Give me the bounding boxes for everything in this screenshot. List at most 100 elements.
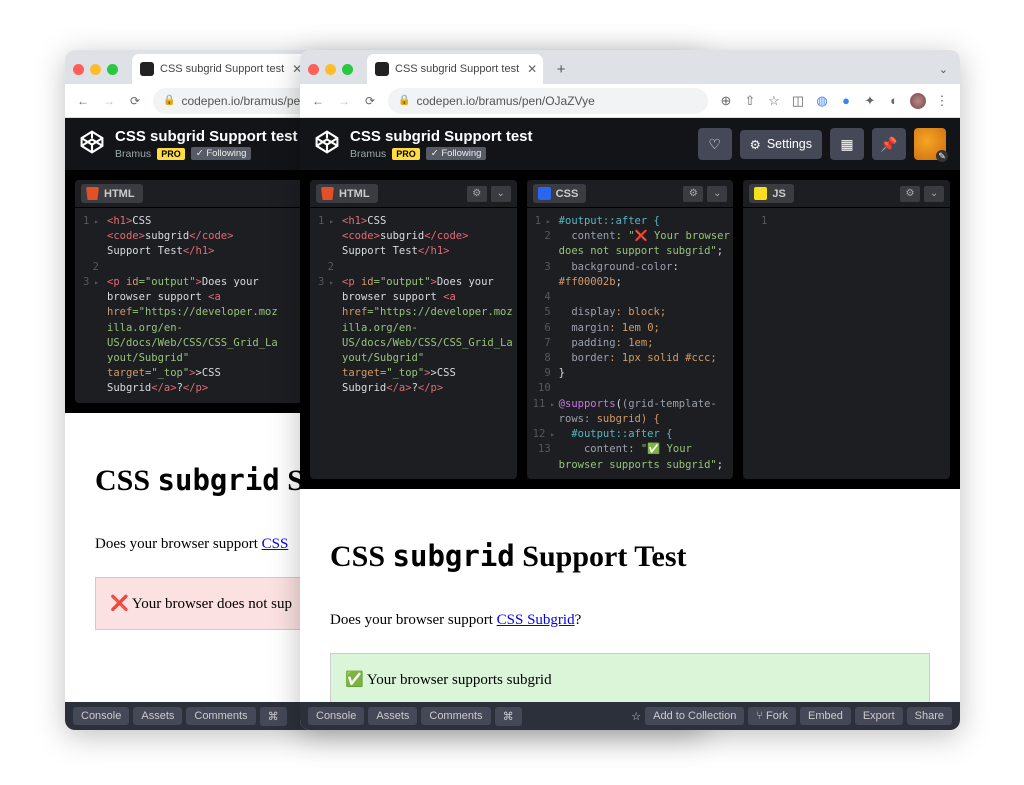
address-bar: ← → ⟳ 🔒 codepen.io/bramus/pen/OJaZVye ⊕ … [300,84,960,118]
settings-button[interactable]: ⚙ Settings [740,130,822,159]
browser-window-right: CSS subgrid Support test ✕ + ⌄ ← → ⟳ 🔒 c… [300,50,960,730]
html-icon [86,187,99,200]
chevron-down-icon[interactable]: ⌄ [491,186,511,202]
gear-icon[interactable]: ⚙ [467,186,487,202]
minimize-window-icon[interactable] [90,64,101,75]
forward-button[interactable]: → [336,94,352,108]
pen-author[interactable]: Bramus [350,148,386,160]
view-layout-button[interactable]: ▦ [830,128,864,160]
codepen-logo-icon[interactable] [314,129,340,160]
browser-tab[interactable]: CSS subgrid Support test ✕ [367,54,543,84]
maximize-window-icon[interactable] [342,64,353,75]
favicon-icon [140,62,154,76]
share-button[interactable]: Share [907,707,952,725]
pin-button[interactable]: 📌 [872,128,906,160]
back-button[interactable]: ← [310,94,326,108]
preview-pane: CSS subgrid Support Test Does your brows… [300,489,960,702]
browser-tab[interactable]: CSS subgrid Support test ✕ [132,54,308,84]
tab-bar: CSS subgrid Support test ✕ + ⌄ [300,50,960,84]
pro-badge: PRO [392,148,420,160]
console-button[interactable]: Console [308,707,364,725]
extensions-puzzle-icon[interactable]: ✦ [862,93,878,109]
forward-button[interactable]: → [101,94,117,108]
profile-avatar-icon[interactable] [910,93,926,109]
window-controls[interactable] [308,64,353,75]
assets-button[interactable]: Assets [133,707,182,725]
editor-row: HTML ⚙⌄ 1<h1>CSS <code>subgrid</code> Su… [300,170,960,489]
css-subgrid-link[interactable]: CSS Subgrid [497,612,575,628]
assets-button[interactable]: Assets [368,707,417,725]
css-pane: CSS ⚙⌄ 1#output::after { 2 content: "❌ Y… [527,180,734,479]
extension-icons: ⊕ ⇧ ☆ ◫ ◍ ● ✦ ◐ ⋮ [718,93,950,109]
close-tab-icon[interactable]: ✕ [527,62,537,76]
html-pane: HTML ⚙⌄ 1<h1>CSS <code>subgrid</code> Su… [310,180,517,479]
kebab-menu-icon[interactable]: ⋮ [934,93,950,109]
close-window-icon[interactable] [308,64,319,75]
share-icon[interactable]: ⇧ [742,93,758,109]
add-to-collection-button[interactable]: Add to Collection [645,707,744,725]
css-subgrid-link[interactable]: CSS [262,536,289,552]
following-badge[interactable]: Following [191,147,252,160]
pen-author[interactable]: Bramus [115,148,151,160]
fork-button[interactable]: ⑂ Fork [748,707,796,725]
favicon-icon [375,62,389,76]
preview-heading: CSS subgrid Support Test [330,539,930,574]
html-pane-label: HTML [81,184,143,203]
preview-question: Does your browser support CSS Subgrid? [330,612,930,629]
gear-icon[interactable]: ⚙ [683,186,703,202]
shortcut-button[interactable]: ⌘ [495,707,522,726]
html-code[interactable]: 1<h1>CSS <code>subgrid</code> Support Te… [310,208,517,403]
shortcut-button[interactable]: ⌘ [260,707,287,726]
close-window-icon[interactable] [73,64,84,75]
codepen-logo-icon[interactable] [79,129,105,160]
css-icon [538,187,551,200]
codepen-footer: Console Assets Comments ⌘ ☆ Add to Colle… [300,702,960,730]
pro-badge: PRO [157,148,185,160]
output-supported: ✅ Your browser supports subgrid [330,653,930,702]
following-badge[interactable]: Following [426,147,487,160]
star-icon[interactable]: ☆ [766,93,782,109]
header-actions: ♡ ⚙ Settings ▦ 📌 [698,128,946,160]
star-icon[interactable]: ☆ [631,710,641,723]
comments-button[interactable]: Comments [421,707,490,725]
new-tab-button[interactable]: + [549,57,573,81]
lock-icon: 🔒 [163,95,175,106]
html-icon [321,187,334,200]
window-controls[interactable] [73,64,118,75]
ext-icon-1[interactable]: ◫ [790,93,806,109]
pen-title: CSS subgrid Support test [350,128,533,145]
html-pane-label: HTML [316,184,378,203]
minimize-window-icon[interactable] [325,64,336,75]
url-text: codepen.io/bramus/pen/OJaZVye [416,94,594,108]
reload-button[interactable]: ⟳ [127,94,143,108]
lock-icon: 🔒 [398,95,410,106]
console-button[interactable]: Console [73,707,129,725]
embed-button[interactable]: Embed [800,707,851,725]
tab-title: CSS subgrid Support test [395,63,519,75]
reload-button[interactable]: ⟳ [362,94,378,108]
maximize-window-icon[interactable] [107,64,118,75]
codepen-header: CSS subgrid Support test Bramus PRO Foll… [300,118,960,170]
gear-icon[interactable]: ⚙ [900,186,920,202]
js-icon [754,187,767,200]
chevron-down-icon[interactable]: ⌄ [924,186,944,202]
tabs-chevron-icon[interactable]: ⌄ [939,63,948,76]
comments-button[interactable]: Comments [186,707,255,725]
ext-icon-2[interactable]: ◍ [814,93,830,109]
url-field[interactable]: 🔒 codepen.io/bramus/pen/OJaZVye [388,88,708,114]
tab-title: CSS subgrid Support test [160,63,284,75]
chevron-down-icon[interactable]: ⌄ [707,186,727,202]
love-button[interactable]: ♡ [698,128,732,160]
js-pane: JS ⚙⌄ 1 [743,180,950,479]
js-pane-label: JS [749,184,793,203]
back-button[interactable]: ← [75,94,91,108]
pen-title: CSS subgrid Support test [115,128,298,145]
css-code[interactable]: 1#output::after { 2 content: "❌ Your bro… [527,208,734,479]
export-button[interactable]: Export [855,707,903,725]
css-pane-label: CSS [533,184,587,203]
user-avatar[interactable] [914,128,946,160]
ext-icon-4[interactable]: ◐ [886,93,902,109]
zoom-icon[interactable]: ⊕ [718,93,734,109]
ext-icon-3[interactable]: ● [838,93,854,109]
js-code[interactable]: 1 [743,208,950,235]
